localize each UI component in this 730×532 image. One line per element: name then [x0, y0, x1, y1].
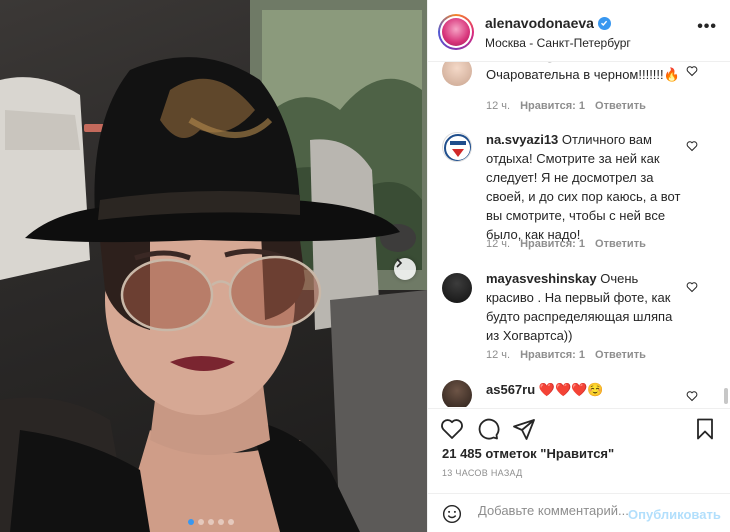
comment-input[interactable]	[478, 503, 628, 518]
post-actions	[428, 408, 730, 448]
comment-content: Очаровательна в черном!!!!!!!🔥	[486, 67, 680, 82]
carousel-indicator	[188, 519, 234, 525]
commenter-username[interactable]: as567ru	[486, 382, 535, 397]
like-comment-heart-icon[interactable]	[686, 140, 698, 152]
author-username-text[interactable]: alenavodonaeva	[485, 15, 594, 31]
post-time[interactable]: 13 ЧАСОВ НАЗАД	[442, 468, 523, 478]
reply-button[interactable]: Ответить	[595, 349, 646, 361]
post-side-panel: alenavodonaeva Москва - Санкт-Петербург …	[427, 0, 730, 532]
bookmark-icon[interactable]	[693, 417, 717, 441]
commenter-avatar[interactable]	[442, 132, 472, 162]
author-username[interactable]: alenavodonaeva	[485, 15, 611, 31]
author-avatar[interactable]	[438, 14, 474, 50]
comment-text: fenaliamagrochazeta Очаровательна в черн…	[486, 62, 686, 84]
comment-likes[interactable]: Нравится: 1	[520, 349, 585, 361]
comment-content: Отличного вам отдыха! Смотрите за ней ка…	[486, 132, 681, 242]
commenter-username[interactable]: mayasveshinskay	[486, 271, 597, 286]
publish-button[interactable]: Опубликовать	[628, 507, 721, 522]
commenter-username[interactable]: fenaliamagrochazeta	[486, 62, 615, 63]
carousel-dot	[198, 519, 204, 525]
share-paper-plane-icon[interactable]	[512, 417, 536, 441]
comment-text: na.svyazi13 Отличного вам отдыха! Смотри…	[486, 130, 686, 244]
commenter-username[interactable]: na.svyazi13	[486, 132, 558, 147]
comment-text: as567ru ❤️❤️❤️☺️	[486, 380, 706, 399]
comments-list: fenaliamagrochazeta Очаровательна в черн…	[428, 62, 728, 407]
more-options-icon[interactable]: •••	[697, 19, 717, 35]
comments-scrollbar[interactable]	[724, 388, 728, 404]
reply-button[interactable]: Ответить	[595, 100, 646, 112]
comment-time: 12 ч.	[486, 100, 511, 112]
post-location[interactable]: Москва - Санкт-Петербург	[485, 36, 631, 50]
like-heart-icon[interactable]	[440, 417, 464, 441]
comment-likes[interactable]: Нравится: 1	[520, 100, 585, 112]
carousel-dot	[188, 519, 194, 525]
comment-likes[interactable]: Нравится: 1	[520, 238, 585, 250]
chevron-right-icon	[396, 258, 403, 268]
comment-time: 12 ч.	[486, 349, 511, 361]
carousel-dot	[218, 519, 224, 525]
like-comment-heart-icon[interactable]	[686, 390, 698, 402]
comment-meta: 12 ч. Нравится: 1 Ответить	[486, 349, 646, 361]
emoji-smiley-icon[interactable]	[442, 504, 462, 524]
verified-badge-icon	[597, 16, 611, 30]
comment-text: mayasveshinskay Очень красиво . На первы…	[486, 269, 686, 345]
like-comment-heart-icon[interactable]	[686, 65, 698, 77]
reply-button[interactable]: Ответить	[595, 238, 646, 250]
likes-count[interactable]: 21 485 отметок "Нравится"	[442, 446, 614, 461]
add-comment-bar: Опубликовать	[428, 493, 730, 532]
commenter-avatar[interactable]	[442, 380, 472, 407]
post-header: alenavodonaeva Москва - Санкт-Петербург …	[428, 0, 730, 62]
carousel-dot	[228, 519, 234, 525]
commenter-avatar[interactable]	[442, 62, 472, 86]
like-comment-heart-icon[interactable]	[686, 281, 698, 293]
comment-meta: 12 ч. Нравится: 1 Ответить	[486, 238, 646, 250]
comment-content: ❤️❤️❤️☺️	[538, 382, 604, 397]
comment-meta: 12 ч. Нравится: 1 Ответить	[486, 100, 646, 112]
comment-time: 12 ч.	[486, 238, 511, 250]
carousel-dot	[208, 519, 214, 525]
comment-bubble-icon[interactable]	[476, 417, 500, 441]
selfie-image	[0, 0, 427, 532]
post-photo[interactable]	[0, 0, 427, 532]
carousel-next-button[interactable]	[394, 258, 416, 280]
commenter-avatar[interactable]	[442, 273, 472, 303]
